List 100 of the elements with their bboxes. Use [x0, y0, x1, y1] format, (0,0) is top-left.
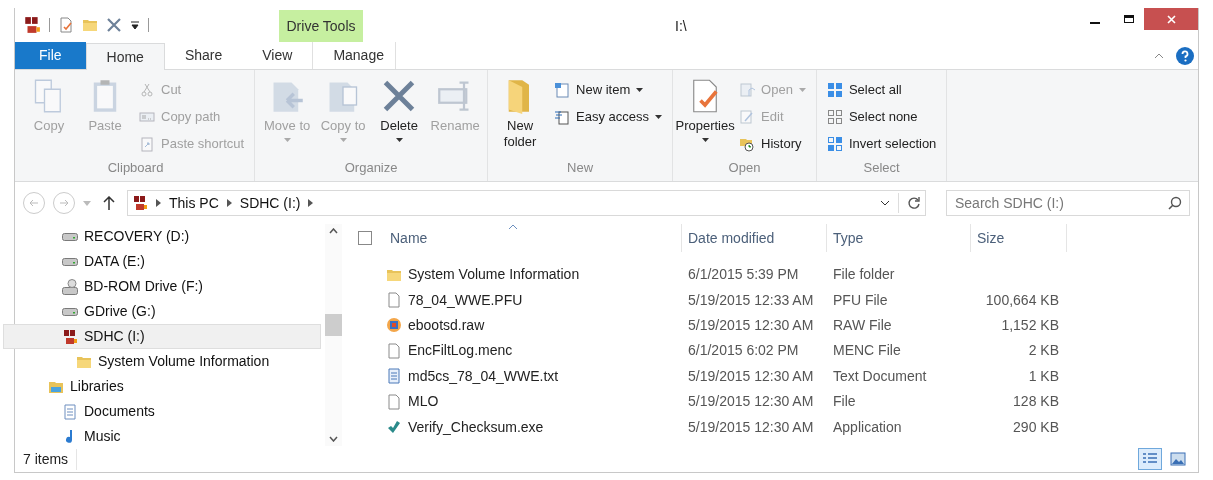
- sd-card-icon: [62, 328, 78, 345]
- tree-item[interactable]: Music: [3, 424, 321, 449]
- ribbon-button[interactable]: New item: [550, 78, 667, 102]
- delete-icon: [106, 17, 122, 33]
- text-file-icon: [386, 368, 402, 385]
- up-arrow-icon: [103, 196, 115, 210]
- scroll-up-icon: [329, 228, 338, 234]
- address-bar[interactable]: This PC SDHC (I:): [127, 190, 926, 216]
- search-icon: [1168, 196, 1182, 210]
- group-label: Open: [727, 158, 762, 177]
- shortcut-icon: [139, 136, 155, 152]
- new-item-icon: [554, 82, 571, 98]
- ribbon-button[interactable]: Invert selection: [822, 132, 941, 156]
- ribbon-button[interactable]: New folder: [494, 74, 547, 158]
- scrollbar[interactable]: [325, 224, 342, 446]
- tree-item[interactable]: SDHC (I:): [3, 324, 321, 349]
- breadcrumb[interactable]: This PC: [169, 192, 219, 214]
- document-icon: [386, 292, 402, 309]
- ribbon-button[interactable]: Delete: [373, 74, 426, 158]
- chevron-right-icon: [156, 199, 161, 207]
- caret-icon: [798, 88, 806, 92]
- scissors-icon: [139, 82, 155, 98]
- file-name[interactable]: Verify_Checksum.exe: [384, 416, 682, 438]
- recent-locations-icon: [83, 200, 91, 206]
- ribbon-button[interactable]: History: [735, 132, 810, 156]
- ribbon-button[interactable]: Select all: [822, 78, 941, 102]
- ribbon-tab[interactable]: Share: [164, 42, 243, 69]
- ribbon-tab[interactable]: View: [242, 42, 313, 69]
- sd-card-icon: [23, 16, 41, 34]
- caret-icon: [636, 88, 644, 92]
- size-cell-text: 100,664 KB: [984, 290, 1059, 310]
- group-label: Organize: [343, 158, 399, 177]
- type-cell-text: File: [832, 392, 857, 412]
- column-header[interactable]: Name: [384, 224, 682, 252]
- type-cell-text: RAW File: [832, 315, 893, 335]
- tree-item[interactable]: Libraries: [3, 374, 321, 399]
- column-header[interactable]: Size: [971, 224, 1067, 252]
- ribbon-button[interactable]: Easy access: [550, 105, 667, 129]
- document-icon: [386, 393, 402, 410]
- collapse-ribbon-icon: [1154, 52, 1164, 59]
- tree-item[interactable]: BD-ROM Drive (F:): [3, 274, 321, 299]
- chevron-right-icon: [308, 199, 314, 207]
- size-cell-text: 128 KB: [1012, 392, 1059, 412]
- caret-icon: [283, 138, 291, 142]
- caret-icon: [701, 138, 709, 142]
- close-icon: [1166, 14, 1176, 24]
- history-icon: [739, 136, 756, 152]
- select-all-checkbox[interactable]: [358, 231, 372, 245]
- image-file-icon: [386, 317, 402, 334]
- size-cell-text: 1 KB: [1027, 366, 1059, 386]
- file-name[interactable]: EncFiltLog.menc: [384, 340, 682, 362]
- caret-icon: [655, 115, 663, 119]
- tree-item[interactable]: Documents: [3, 399, 321, 424]
- column-header[interactable]: Type: [827, 224, 971, 252]
- date-cell-text: 5/19/2015 12:30 AM: [687, 315, 815, 335]
- caret-icon: [395, 138, 403, 142]
- tree-item[interactable]: GDrive (G:): [3, 299, 321, 324]
- scroll-thumb[interactable]: [325, 314, 342, 336]
- group-label: New: [566, 158, 595, 177]
- search-field[interactable]: Search SDHC (I:): [946, 190, 1190, 216]
- size-cell-text: 290 KB: [1012, 417, 1059, 437]
- date-cell-text: 5/19/2015 12:33 AM: [687, 290, 815, 310]
- ribbon-tab[interactable]: Home: [85, 43, 165, 70]
- column-header[interactable]: Date modified: [682, 224, 827, 252]
- select-all-icon: [826, 82, 843, 98]
- file-name[interactable]: 78_04_WWE.PFU: [384, 289, 682, 311]
- tree-item[interactable]: System Volume Information: [3, 349, 321, 374]
- sort-ascending-icon: [509, 224, 517, 229]
- file-name[interactable]: ebootsd.raw: [384, 314, 682, 336]
- tree-item[interactable]: DATA (E:): [3, 249, 321, 274]
- customize-toolbar-icon: [130, 20, 140, 30]
- easy-access-icon: [554, 109, 571, 125]
- sd-card-icon: [132, 195, 148, 211]
- ribbon-button[interactable]: Select none: [822, 105, 941, 129]
- file-name[interactable]: System Volume Information: [384, 264, 682, 286]
- date-cell-text: 6/1/2015 6:02 PM: [687, 341, 800, 361]
- type-cell-text: File folder: [832, 265, 896, 285]
- type-cell-text: Text Document: [832, 366, 928, 386]
- optical-drive-icon: [62, 278, 78, 295]
- file-name[interactable]: MLO: [384, 391, 682, 413]
- chevron-right-icon: [226, 199, 232, 207]
- file-name[interactable]: md5cs_78_04_WWE.txt: [384, 365, 682, 387]
- details-view-button[interactable]: [1138, 448, 1162, 470]
- size-cell-text: 2 KB: [1027, 341, 1059, 361]
- documents-icon: [62, 403, 78, 420]
- scroll-down-icon: [329, 436, 338, 442]
- refresh-icon: [907, 196, 921, 210]
- back-arrow-icon: [29, 198, 39, 208]
- ribbon-tab[interactable]: Manage: [312, 42, 397, 69]
- edit-icon: [739, 109, 756, 125]
- drive-icon: [62, 307, 78, 316]
- ribbon-tab[interactable]: File: [15, 42, 86, 69]
- date-cell-text: 6/1/2015 5:39 PM: [687, 265, 800, 285]
- invert-selection-icon: [826, 136, 843, 152]
- breadcrumb[interactable]: SDHC (I:): [239, 192, 301, 214]
- type-cell-text: PFU File: [832, 290, 889, 310]
- type-cell-text: Application: [832, 417, 903, 437]
- large-icons-view-icon: [1170, 452, 1186, 466]
- tree-item[interactable]: RECOVERY (D:): [3, 224, 321, 249]
- drive-icon: [62, 232, 78, 241]
